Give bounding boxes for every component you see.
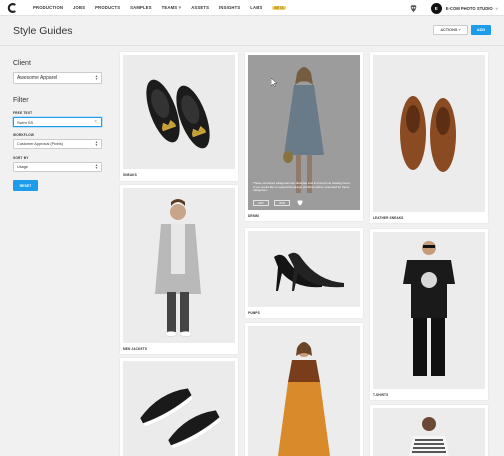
workflow-select-value: Customer Approval (Pixels) (17, 142, 63, 146)
avatar[interactable]: E (430, 2, 442, 14)
card-image (373, 55, 485, 212)
card-image (373, 408, 485, 456)
nav-item-production[interactable]: PRODUCTION (33, 5, 63, 10)
model-illustration (373, 232, 485, 389)
app-logo-icon[interactable] (6, 2, 18, 14)
client-select[interactable]: Awesome Apparel ▲ ▼ (13, 72, 102, 84)
pumps-illustration (248, 231, 360, 307)
nav-item-teams[interactable]: TEAMS ˅ (162, 5, 182, 10)
nav-item-insights[interactable]: INSIGHTS (219, 5, 240, 10)
header-divider (0, 45, 504, 46)
mask-icon[interactable] (297, 200, 303, 206)
card-image (373, 232, 485, 389)
card-image (248, 326, 360, 456)
style-guide-card[interactable] (245, 323, 363, 456)
select-arrows-icon: ▲ ▼ (94, 140, 98, 147)
nav-item-labs[interactable]: LABS (250, 5, 262, 10)
client-select-value: Awesome Apparel (17, 75, 58, 81)
free-text-value: Swim SS (17, 119, 34, 125)
style-guide-card-sneaks[interactable]: SNEAKS (120, 52, 238, 181)
nav-item-assets[interactable]: ASSETS (191, 5, 209, 10)
clear-icon[interactable]: × (94, 119, 97, 125)
beta-badge: BETA (272, 6, 287, 10)
sort-by-label: SORT BY (13, 156, 29, 160)
style-guide-card-t-shirts[interactable]: T-SHIRTS (370, 229, 488, 400)
filter-heading: Filter (13, 97, 29, 104)
card-label: PUMPS (248, 311, 260, 315)
overlay-view-button[interactable]: VIEW (274, 200, 290, 206)
model-illustration (248, 326, 360, 456)
select-arrows-icon: ▲ ▼ (94, 163, 98, 170)
card-image (123, 361, 235, 456)
sort-by-select-value: Usage (17, 165, 28, 169)
card-label: LEATHER SNEAKS (373, 216, 404, 220)
select-arrows-icon: ▲ ▼ (94, 74, 98, 81)
top-nav-bar: PRODUCTION JOBS PRODUCTS SAMPLES TEAMS ˅… (0, 0, 504, 16)
user-area: E E-COM PHOTO STUDIO ˅ (409, 2, 498, 14)
studio-name[interactable]: E-COM PHOTO STUDIO (446, 6, 493, 11)
style-guide-card[interactable] (120, 358, 238, 456)
card-label: T-SHIRTS (373, 393, 389, 397)
style-guide-card-leather-sneaks[interactable]: LEATHER SNEAKS (370, 52, 488, 223)
sneaker-illustration (373, 55, 485, 212)
overlay-edit-button[interactable]: EDIT (253, 200, 269, 206)
reset-button[interactable]: RESET (13, 180, 38, 191)
card-label: DENIM (248, 214, 259, 218)
free-text-input[interactable]: Swim SS × (13, 117, 102, 127)
main-nav: PRODUCTION JOBS PRODUCTS SAMPLES TEAMS ˅… (33, 5, 295, 10)
nav-item-samples[interactable]: SAMPLES (130, 5, 152, 10)
style-guide-card-denim[interactable]: These oversized categories are detected … (245, 52, 363, 221)
model-illustration (373, 408, 485, 456)
nav-item-products[interactable]: PRODUCTS (95, 5, 120, 10)
card-image (123, 55, 235, 169)
page-title: Style Guides (13, 25, 73, 37)
mask-icon[interactable] (409, 4, 418, 13)
sneaker-illustration (123, 361, 235, 456)
free-text-label: FREE TEXT (13, 111, 33, 115)
style-guide-card-pumps[interactable]: PUMPS (245, 228, 363, 318)
model-illustration (123, 188, 235, 343)
client-heading: Client (13, 60, 31, 67)
actions-button[interactable]: ACTIONS ˅ (433, 25, 468, 35)
card-label: MEN JACKETS (123, 347, 147, 351)
card-image (248, 231, 360, 307)
sneaker-illustration (123, 55, 235, 169)
style-guide-card[interactable] (370, 405, 488, 456)
nav-item-jobs[interactable]: JOBS (73, 5, 85, 10)
workflow-select[interactable]: Customer Approval (Pixels) ▲ ▼ (13, 139, 102, 149)
add-button[interactable]: ADD (471, 25, 491, 35)
card-image: These oversized categories are detected … (248, 55, 360, 210)
overlay-message: These oversized categories are detected … (253, 181, 351, 193)
style-guide-card-men-jackets[interactable]: MEN JACKETS (120, 185, 238, 354)
card-image (123, 188, 235, 343)
chevron-down-icon[interactable]: ˅ (496, 6, 498, 11)
card-label: SNEAKS (123, 173, 137, 177)
workflow-label: WORKFLOW (13, 133, 35, 137)
cursor-icon (271, 78, 278, 87)
sort-by-select[interactable]: Usage ▲ ▼ (13, 162, 102, 172)
